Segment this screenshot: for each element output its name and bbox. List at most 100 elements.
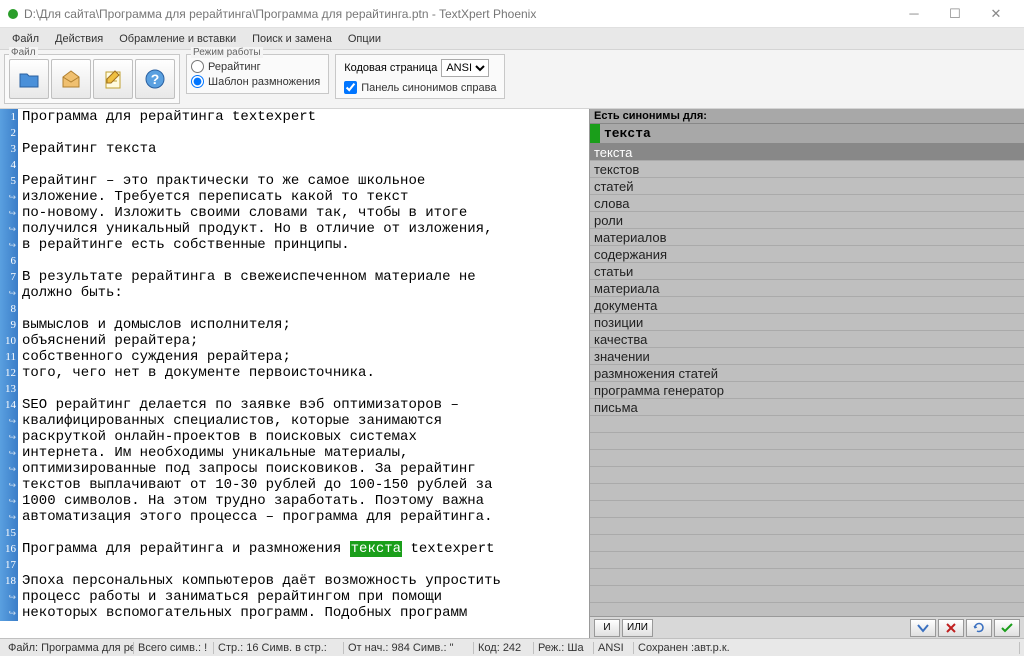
synonym-item[interactable]: статей — [590, 178, 1024, 195]
synonym-empty-row — [590, 484, 1024, 501]
editor-line[interactable]: ↪получился уникальный продукт. Но в отли… — [0, 221, 589, 237]
editor-line[interactable]: 5Рерайтинг – это практически то же самое… — [0, 173, 589, 189]
editor-line[interactable]: ↪некоторых вспомогательных программ. Под… — [0, 605, 589, 621]
logic-and-button[interactable]: И — [594, 619, 620, 637]
editor-line[interactable]: 12того, чего нет в документе первоисточн… — [0, 365, 589, 381]
mode-rewrite-radio[interactable]: Рерайтинг — [191, 60, 320, 73]
open-button[interactable] — [9, 59, 49, 99]
editor-line[interactable]: 9вымыслов и домыслов исполнителя; — [0, 317, 589, 333]
edit-button[interactable] — [93, 59, 133, 99]
menu-search[interactable]: Поиск и замена — [244, 30, 340, 48]
line-text[interactable]: Программа для рерайтинга и размножения т… — [18, 541, 495, 557]
line-text[interactable]: 1000 символов. На этом трудно заработать… — [18, 493, 484, 509]
syn-panel-checkbox[interactable]: Панель синонимов справа — [344, 81, 496, 94]
editor-line[interactable]: ↪текстов выплачивают от 10-30 рублей до … — [0, 477, 589, 493]
editor-line[interactable]: 15 — [0, 525, 589, 541]
line-text[interactable]: SEO рерайтинг делается по заявке вэб опт… — [18, 397, 459, 413]
line-text[interactable]: процесс работы и заниматься рерайтингом … — [18, 589, 442, 605]
editor-line[interactable]: 4 — [0, 157, 589, 173]
maximize-button[interactable]: ☐ — [935, 2, 975, 26]
synonyms-list[interactable]: текстатекстовстатейсловаролиматериаловсо… — [590, 144, 1024, 616]
syn-refresh-button[interactable] — [966, 619, 992, 637]
editor-line[interactable]: 11собственного суждения рерайтера; — [0, 349, 589, 365]
synonym-item[interactable]: программа генератор — [590, 382, 1024, 399]
line-text[interactable]: раскруткой онлайн-проектов в поисковых с… — [18, 429, 417, 445]
synonym-item[interactable]: текстов — [590, 161, 1024, 178]
syn-down-button[interactable] — [910, 619, 936, 637]
minimize-button[interactable]: ─ — [894, 2, 934, 26]
editor-line[interactable]: 1Программа для рерайтинга textexpert — [0, 109, 589, 125]
editor-line[interactable]: 10объяснений рерайтера; — [0, 333, 589, 349]
synonym-item[interactable]: материалов — [590, 229, 1024, 246]
synonym-item[interactable]: содержания — [590, 246, 1024, 263]
editor-line[interactable]: ↪квалифицированных специалистов, которые… — [0, 413, 589, 429]
line-text[interactable]: В результате рерайтинга в свежеиспеченно… — [18, 269, 476, 285]
editor-line[interactable]: ↪автоматизация этого процесса – программ… — [0, 509, 589, 525]
line-text[interactable]: интернета. Им необходимы уникальные мате… — [18, 445, 408, 461]
editor-line[interactable]: ↪1000 символов. На этом трудно заработат… — [0, 493, 589, 509]
synonym-item[interactable]: размножения статей — [590, 365, 1024, 382]
line-text[interactable]: некоторых вспомогательных программ. Подо… — [18, 605, 467, 621]
synonym-item[interactable]: позиции — [590, 314, 1024, 331]
line-text[interactable]: того, чего нет в документе первоисточник… — [18, 365, 375, 381]
editor-line[interactable]: ↪изложение. Требуется переписать какой т… — [0, 189, 589, 205]
line-text[interactable]: в рерайтинге есть собственные принципы. — [18, 237, 350, 253]
editor-line[interactable]: ↪интернета. Им необходимы уникальные мат… — [0, 445, 589, 461]
editor-line[interactable]: ↪оптимизированные под запросы поисковико… — [0, 461, 589, 477]
editor-line[interactable]: 17 — [0, 557, 589, 573]
editor-line[interactable]: 13 — [0, 381, 589, 397]
text-editor[interactable]: 1Программа для рерайтинга textexpert23Ре… — [0, 109, 589, 638]
sb-saved: Сохранен :авт.р.к. — [634, 642, 1020, 654]
line-text[interactable]: должно быть: — [18, 285, 123, 301]
editor-line[interactable]: 14SEO рерайтинг делается по заявке вэб о… — [0, 397, 589, 413]
editor-line[interactable]: 3Рерайтинг текста — [0, 141, 589, 157]
line-text[interactable]: вымыслов и домыслов исполнителя; — [18, 317, 291, 333]
close-button[interactable]: ✕ — [976, 2, 1016, 26]
editor-line[interactable]: ↪процесс работы и заниматься рерайтингом… — [0, 589, 589, 605]
line-text[interactable]: квалифицированных специалистов, которые … — [18, 413, 442, 429]
editor-line[interactable]: ↪в рерайтинге есть собственные принципы. — [0, 237, 589, 253]
line-text[interactable]: получился уникальный продукт. Но в отлич… — [18, 221, 492, 237]
logic-or-button[interactable]: ИЛИ — [622, 619, 653, 637]
synonym-item[interactable]: текста — [590, 144, 1024, 161]
codepage-select[interactable]: ANSI — [441, 59, 489, 77]
editor-line[interactable]: ↪должно быть: — [0, 285, 589, 301]
line-text[interactable]: Рерайтинг – это практически то же самое … — [18, 173, 425, 189]
editor-line[interactable]: 7В результате рерайтинга в свежеиспеченн… — [0, 269, 589, 285]
highlighted-word[interactable]: текста — [350, 541, 402, 557]
editor-line[interactable]: 18Эпоха персональных компьютеров даёт во… — [0, 573, 589, 589]
save-button[interactable] — [51, 59, 91, 99]
editor-line[interactable]: ↪раскруткой онлайн-проектов в поисковых … — [0, 429, 589, 445]
synonym-item[interactable]: материала — [590, 280, 1024, 297]
menu-file[interactable]: Файл — [4, 30, 47, 48]
line-text[interactable]: текстов выплачивают от 10-30 рублей до 1… — [18, 477, 492, 493]
synonym-item[interactable]: значении — [590, 348, 1024, 365]
synonym-item[interactable]: документа — [590, 297, 1024, 314]
line-text[interactable]: изложение. Требуется переписать какой то… — [18, 189, 408, 205]
line-text[interactable]: Эпоха персональных компьютеров даёт возм… — [18, 573, 501, 589]
editor-line[interactable]: 2 — [0, 125, 589, 141]
menu-actions[interactable]: Действия — [47, 30, 111, 48]
syn-delete-button[interactable] — [938, 619, 964, 637]
editor-line[interactable]: 16Программа для рерайтинга и размножения… — [0, 541, 589, 557]
line-text[interactable]: по-новому. Изложить своими словами так, … — [18, 205, 467, 221]
synonym-item[interactable]: качества — [590, 331, 1024, 348]
line-text[interactable]: Рерайтинг текста — [18, 141, 156, 157]
mode-multiply-radio[interactable]: Шаблон размножения — [191, 75, 320, 88]
line-text[interactable]: автоматизация этого процесса – программа… — [18, 509, 492, 525]
synonym-item[interactable]: слова — [590, 195, 1024, 212]
line-text[interactable]: объяснений рерайтера; — [18, 333, 198, 349]
help-button[interactable]: ? — [135, 59, 175, 99]
editor-line[interactable]: 6 — [0, 253, 589, 269]
editor-line[interactable]: 8 — [0, 301, 589, 317]
synonym-item[interactable]: статьи — [590, 263, 1024, 280]
editor-line[interactable]: ↪по-новому. Изложить своими словами так,… — [0, 205, 589, 221]
synonym-item[interactable]: письма — [590, 399, 1024, 416]
line-text[interactable]: оптимизированные под запросы поисковиков… — [18, 461, 476, 477]
line-text[interactable]: Программа для рерайтинга textexpert — [18, 109, 316, 125]
synonym-item[interactable]: роли — [590, 212, 1024, 229]
line-text[interactable]: собственного суждения рерайтера; — [18, 349, 291, 365]
syn-check-button[interactable] — [994, 619, 1020, 637]
menu-frames[interactable]: Обрамление и вставки — [111, 30, 244, 48]
menu-options[interactable]: Опции — [340, 30, 389, 48]
